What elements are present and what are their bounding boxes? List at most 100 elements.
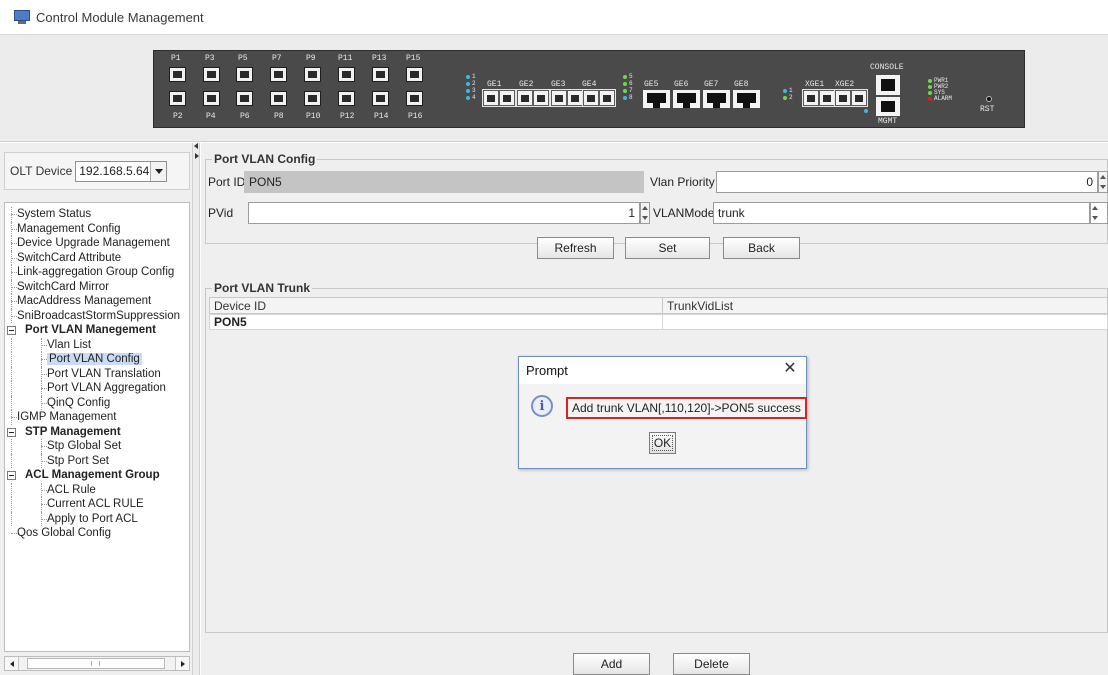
tree-item-stp-port[interactable]: Stp Port Set	[5, 453, 189, 468]
pon-port-p5[interactable]	[236, 67, 253, 82]
ge-sfp-ports-3-4[interactable]	[550, 89, 584, 107]
reset-button[interactable]	[986, 96, 992, 102]
tree-item-port-vlan-translation[interactable]: Port VLAN Translation	[5, 366, 189, 381]
collapse-icon[interactable]	[7, 427, 16, 437]
status-led-alarm	[928, 97, 932, 101]
pon-port-p3[interactable]	[203, 67, 220, 82]
pvid-input[interactable]: 1	[248, 202, 640, 224]
ok-button-label: OK	[653, 436, 672, 450]
add-button[interactable]: Add	[573, 653, 650, 675]
split-pane-divider[interactable]	[192, 143, 200, 675]
port-label: GE1	[487, 80, 502, 89]
scrollbar-thumb[interactable]	[27, 658, 165, 669]
port-led	[466, 75, 470, 79]
olt-device-select[interactable]: 192.168.5.64 ...	[75, 160, 168, 182]
scroll-left-icon[interactable]	[5, 657, 19, 670]
set-button[interactable]: Set	[625, 237, 710, 259]
tree-item-label: Qos Global Config	[17, 527, 111, 539]
pon-port-p15[interactable]	[406, 67, 423, 82]
collapse-icon[interactable]	[7, 471, 16, 480]
tree-item-label: QinQ Config	[47, 396, 111, 409]
vlanmode-select[interactable]: trunk	[713, 202, 1090, 224]
table-row[interactable]: PON5	[209, 314, 663, 330]
pon-port-p6[interactable]	[236, 91, 253, 106]
pon-port-p9[interactable]	[304, 67, 321, 82]
tree-item-label-selected: Port VLAN Config	[47, 353, 142, 365]
tree-item-macaddress[interactable]: MacAddress Management	[5, 294, 189, 309]
collapse-left-icon[interactable]	[194, 143, 198, 149]
pon-port-p8[interactable]	[270, 91, 287, 106]
ge-rj45-port-6[interactable]	[673, 90, 700, 108]
tree-item-label: SwitchCard Mirror	[17, 280, 110, 293]
ge-sfp-ports-2-3[interactable]	[516, 89, 550, 107]
chevron-down-icon[interactable]	[150, 161, 167, 181]
tree-item-current-acl-rule[interactable]: Current ACL RULE	[5, 497, 189, 512]
port-label: P4	[206, 112, 216, 121]
ge-rj45-port-8[interactable]	[733, 90, 760, 108]
pon-port-p12[interactable]	[338, 91, 355, 106]
ge-rj45-port-7[interactable]	[703, 90, 730, 108]
pvid-stepper-icon[interactable]	[640, 202, 650, 224]
tree-item-sni-broadcast[interactable]: SniBroadcastStormSuppression	[5, 308, 189, 323]
vlan-priority-stepper-icon[interactable]	[1098, 171, 1108, 193]
tree-item-device-upgrade[interactable]: Device Upgrade Management	[5, 236, 189, 251]
tree-item-apply-port-acl[interactable]: Apply to Port ACL	[5, 511, 189, 526]
tree-item-switchcard-attribute[interactable]: SwitchCard Attribute	[5, 250, 189, 265]
port-label: P16	[408, 112, 423, 121]
tree-group-acl[interactable]: ACL Management Group	[5, 468, 189, 483]
pon-port-p10[interactable]	[304, 91, 321, 106]
tree-item-igmp[interactable]: IGMP Management	[5, 410, 189, 425]
table-row[interactable]	[662, 314, 1108, 330]
pon-port-p7[interactable]	[270, 67, 287, 82]
tree-group-port-vlan[interactable]: Port VLAN Manegement	[5, 323, 189, 338]
tree-item-system-status[interactable]: System Status	[5, 207, 189, 222]
port-label: P2	[173, 112, 183, 121]
back-button[interactable]: Back	[723, 237, 800, 259]
tree-item-qos-global[interactable]: Qos Global Config	[5, 526, 189, 541]
tree-item-port-vlan-aggregation[interactable]: Port VLAN Aggregation	[5, 381, 189, 396]
pon-port-p13[interactable]	[372, 67, 389, 82]
tree-item-stp-global[interactable]: Stp Global Set	[5, 439, 189, 454]
sidebar-horizontal-scrollbar[interactable]	[4, 656, 190, 671]
pon-port-p2[interactable]	[169, 91, 186, 106]
tree-item-switchcard-mirror[interactable]: SwitchCard Mirror	[5, 279, 189, 294]
refresh-button[interactable]: Refresh	[537, 237, 614, 259]
tree-group-stp[interactable]: STP Management	[5, 425, 189, 440]
ge-rj45-port-5[interactable]	[643, 90, 670, 108]
column-header-device-id[interactable]: Device ID	[209, 297, 663, 314]
collapse-icon[interactable]	[7, 326, 16, 335]
ok-button[interactable]: OK	[649, 432, 676, 454]
xge-port-2[interactable]	[834, 89, 868, 107]
tree-group-label: Port VLAN Manegement	[25, 324, 156, 336]
led-number: 1	[472, 73, 476, 80]
tree-item-port-vlan-config[interactable]: Port VLAN Config	[5, 352, 189, 367]
mgmt-port[interactable]	[876, 97, 900, 116]
vlan-priority-input[interactable]: 0	[716, 171, 1098, 193]
pon-port-p4[interactable]	[203, 91, 220, 106]
tree-item-management-config[interactable]: Management Config	[5, 221, 189, 236]
led-number: 7	[629, 87, 633, 94]
ge-sfp-ports-1-2[interactable]	[482, 89, 516, 107]
xge-port-1[interactable]	[802, 89, 836, 107]
pon-port-p1[interactable]	[169, 67, 186, 82]
tree-item-label: System Status	[17, 208, 92, 220]
tree-item-qinq-config[interactable]: QinQ Config	[5, 395, 189, 410]
port-label: P15	[406, 54, 421, 63]
tree-item-vlan-list[interactable]: Vlan List	[5, 337, 189, 352]
expand-right-icon[interactable]	[195, 153, 199, 159]
ge-sfp-ports-4[interactable]	[582, 89, 616, 107]
chevron-down-icon[interactable]	[1090, 202, 1108, 224]
close-icon[interactable]: ✕	[782, 361, 798, 377]
status-led-pwr2	[928, 85, 932, 89]
port-id-label: Port ID	[208, 175, 246, 189]
pon-port-p11[interactable]	[338, 67, 355, 82]
console-port[interactable]	[876, 75, 900, 95]
scroll-right-icon[interactable]	[175, 657, 189, 670]
column-header-trunk-vid-list[interactable]: TrunkVidList	[662, 297, 1108, 314]
tree-item-acl-rule[interactable]: ACL Rule	[5, 482, 189, 497]
tree-item-link-aggregation[interactable]: Link-aggregation Group Config	[5, 265, 189, 280]
delete-button[interactable]: Delete	[673, 653, 750, 675]
pon-port-p14[interactable]	[372, 91, 389, 106]
pon-port-p16[interactable]	[406, 91, 423, 106]
tree-item-label: Vlan List	[47, 338, 92, 351]
